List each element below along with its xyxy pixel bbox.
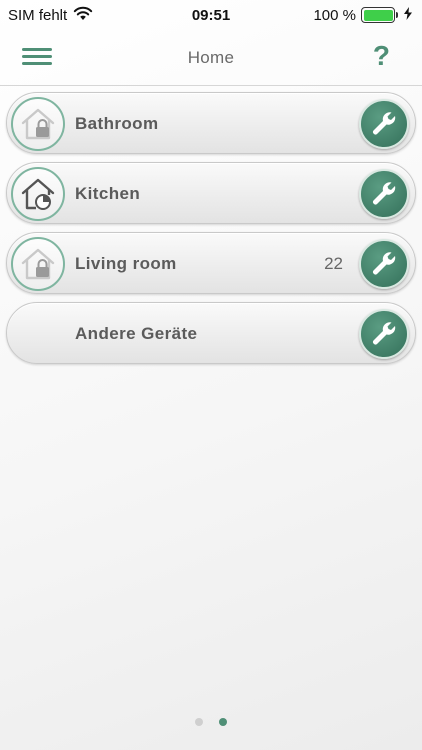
wifi-icon: [73, 6, 93, 25]
room-label: Kitchen: [75, 184, 141, 203]
room-settings-button[interactable]: [359, 99, 409, 149]
room-settings-button[interactable]: [359, 169, 409, 219]
house-lock-icon: [11, 97, 65, 151]
wrench-icon: [373, 252, 396, 275]
room-list: Bathroom Kitchen Living room 22 Andere G…: [6, 92, 416, 372]
charging-bolt-icon: [404, 6, 412, 24]
room-row-bathroom[interactable]: Bathroom: [6, 92, 416, 154]
room-label: Andere Geräte: [75, 324, 198, 343]
battery-level: [363, 9, 393, 21]
wrench-icon: [373, 322, 396, 345]
room-settings-button[interactable]: [359, 239, 409, 289]
status-right: 100 %: [313, 6, 412, 24]
house-lock-icon: [11, 237, 65, 291]
room-label: Bathroom: [75, 114, 159, 133]
hamburger-menu-icon: [22, 48, 52, 51]
room-row-other-devices[interactable]: Andere Geräte: [6, 302, 416, 364]
battery-icon: [361, 7, 398, 23]
status-left: SIM fehlt: [8, 6, 93, 25]
battery-percent: 100 %: [313, 6, 356, 24]
carrier-label: SIM fehlt: [8, 6, 68, 24]
help-button[interactable]: ?: [373, 40, 390, 72]
page-dot-2[interactable]: [219, 718, 227, 726]
wrench-icon: [373, 182, 396, 205]
house-clock-icon: [11, 167, 65, 221]
page-title: Home: [187, 47, 235, 67]
wrench-icon: [373, 112, 396, 135]
page-dot-1[interactable]: [195, 718, 203, 726]
room-settings-button[interactable]: [359, 309, 409, 359]
page-indicator: [0, 718, 422, 726]
room-row-kitchen[interactable]: Kitchen: [6, 162, 416, 224]
nav-bar: Home ?: [0, 30, 422, 86]
room-row-living-room[interactable]: Living room 22: [6, 232, 416, 294]
status-bar: SIM fehlt 09:51 100 %: [0, 0, 422, 30]
menu-button[interactable]: [22, 48, 52, 68]
room-count: 22: [324, 254, 343, 273]
room-label: Living room: [75, 254, 177, 273]
